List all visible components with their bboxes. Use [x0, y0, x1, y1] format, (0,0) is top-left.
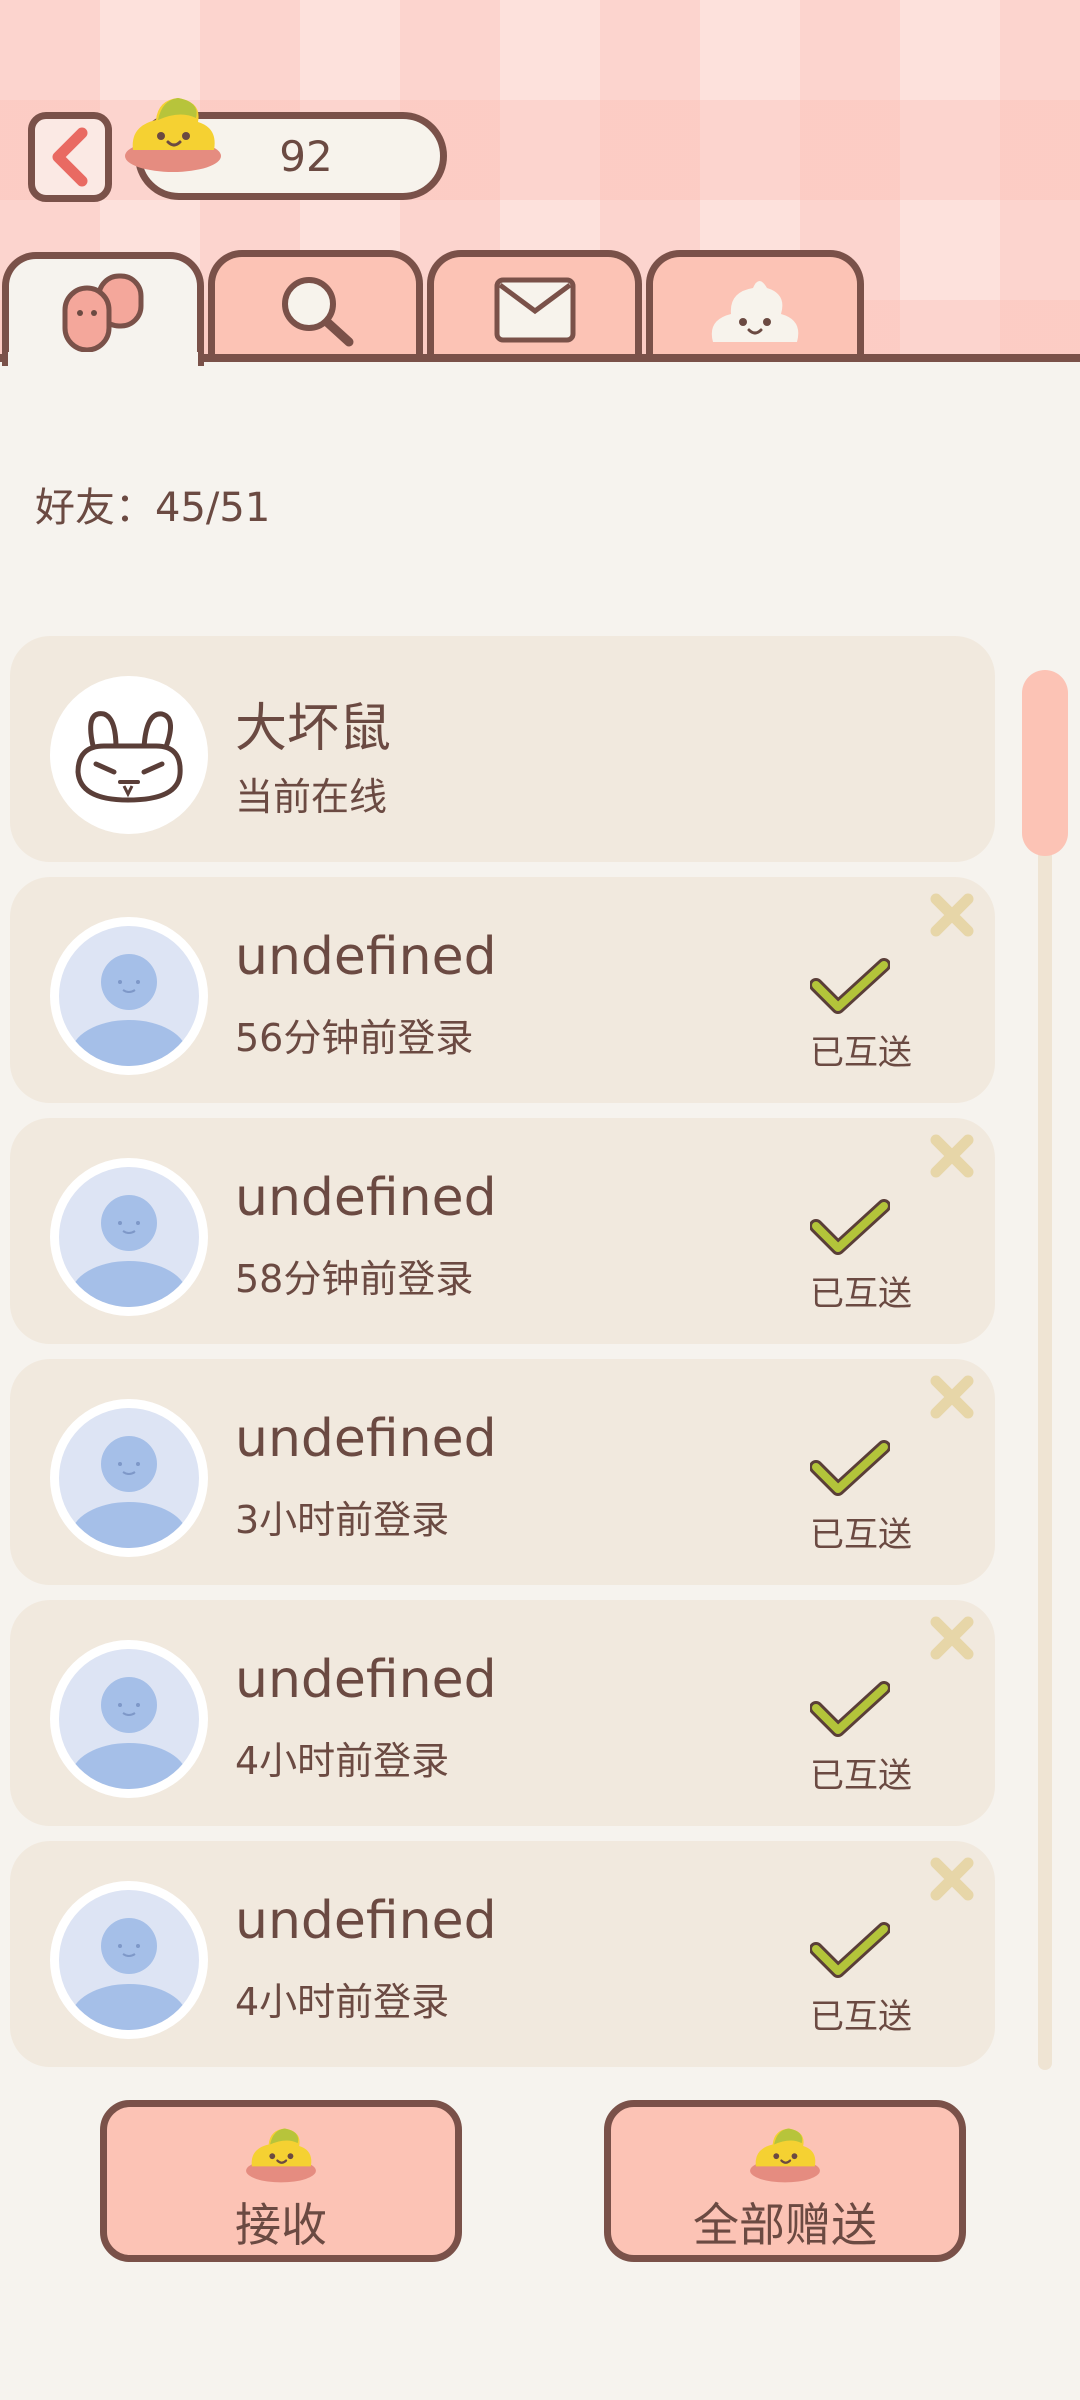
sent-status-label: 已互送 — [810, 1997, 912, 2037]
send-all-button[interactable]: 全部赠送 — [604, 2100, 966, 2262]
check-icon — [810, 1199, 890, 1255]
friend-name: undefined — [235, 927, 497, 987]
poop-coin-icon — [125, 98, 221, 172]
tab-gift[interactable] — [646, 250, 864, 362]
friend-name: undefined — [235, 1891, 497, 1951]
friend-card[interactable]: undefined 58分钟前登录 已互送 — [10, 1118, 995, 1344]
check-icon — [810, 1440, 890, 1496]
poop-coin-icon — [246, 2128, 316, 2183]
friends-icon — [62, 273, 144, 352]
poop-coin-icon — [750, 2128, 820, 2183]
close-icon[interactable] — [928, 1614, 976, 1662]
friend-card[interactable]: undefined 4小时前登录 已互送 — [10, 1600, 995, 1826]
default-avatar — [50, 1881, 208, 2039]
default-avatar — [50, 917, 208, 1075]
back-button[interactable] — [28, 112, 112, 202]
sent-status-label: 已互送 — [810, 1033, 912, 1073]
check-icon — [810, 1922, 890, 1978]
sent-status-label: 已互送 — [810, 1515, 912, 1555]
close-icon[interactable] — [928, 1373, 976, 1421]
friend-name: undefined — [235, 1409, 497, 1469]
default-avatar — [50, 1158, 208, 1316]
default-avatar — [50, 1399, 208, 1557]
friend-status: 58分钟前登录 — [235, 1257, 474, 1301]
search-icon — [281, 276, 353, 346]
friends-count: 好友：45/51 — [35, 485, 271, 531]
receive-label: 接收 — [235, 2198, 327, 2252]
check-icon — [810, 958, 890, 1014]
person-silhouette-icon — [71, 954, 187, 1066]
friend-status: 4小时前登录 — [235, 1739, 450, 1783]
friend-status: 3小时前登录 — [235, 1498, 450, 1542]
scrollbar-thumb[interactable] — [1022, 670, 1068, 856]
coin-count: 92 — [279, 131, 333, 181]
scrollbar-track[interactable] — [1038, 675, 1052, 2070]
friend-name: undefined — [235, 1168, 497, 1228]
person-silhouette-icon — [71, 1436, 187, 1548]
friend-status: 当前在线 — [235, 775, 388, 819]
tab-friends[interactable] — [2, 252, 204, 366]
receive-button[interactable]: 接收 — [100, 2100, 462, 2262]
friend-card[interactable]: 大坏鼠 当前在线 — [10, 636, 995, 862]
chevron-left-icon — [52, 127, 88, 187]
blob-icon — [711, 280, 799, 342]
check-icon — [810, 1681, 890, 1737]
default-avatar — [50, 1640, 208, 1798]
person-silhouette-icon — [71, 1918, 187, 2030]
mail-icon — [494, 277, 575, 342]
bunny-avatar — [50, 676, 208, 834]
friend-status: 4小时前登录 — [235, 1980, 450, 2024]
friend-name: 大坏鼠 — [235, 699, 392, 759]
friend-card[interactable]: undefined 3小时前登录 已互送 — [10, 1359, 995, 1585]
close-icon[interactable] — [928, 1132, 976, 1180]
tab-search[interactable] — [208, 250, 423, 362]
sent-status-label: 已互送 — [810, 1274, 912, 1314]
tab-mail[interactable] — [427, 250, 642, 362]
sent-status-label: 已互送 — [810, 1756, 912, 1796]
person-silhouette-icon — [71, 1195, 187, 1307]
friend-card[interactable]: undefined 56分钟前登录 已互送 — [10, 877, 995, 1103]
friend-status: 56分钟前登录 — [235, 1016, 474, 1060]
friend-name: undefined — [235, 1650, 497, 1710]
send-all-label: 全部赠送 — [693, 2198, 877, 2252]
tab-active-mask — [8, 352, 198, 366]
friend-card[interactable]: undefined 4小时前登录 已互送 — [10, 1841, 995, 2067]
close-icon[interactable] — [928, 1855, 976, 1903]
person-silhouette-icon — [71, 1677, 187, 1789]
close-icon[interactable] — [928, 891, 976, 939]
bunny-icon — [75, 711, 183, 803]
